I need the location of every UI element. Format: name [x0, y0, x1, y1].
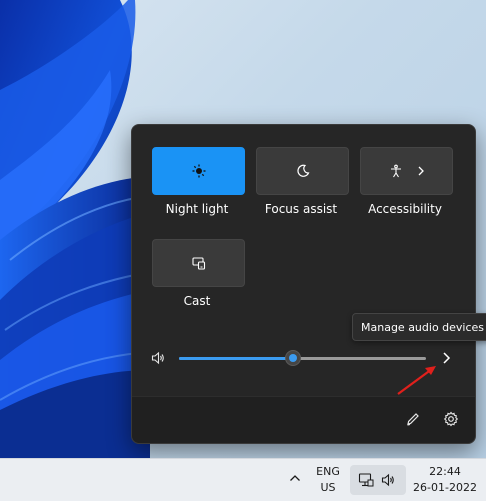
- focus-assist-button[interactable]: [256, 147, 349, 195]
- keyboard-region: US: [320, 481, 336, 494]
- accessibility-icon: [389, 164, 403, 178]
- volume-slider[interactable]: [179, 350, 426, 366]
- night-light-label: Night light: [165, 202, 229, 216]
- clock-date: 26-01-2022: [413, 481, 477, 494]
- chevron-right-icon: [417, 166, 425, 176]
- night-light-icon: [192, 164, 206, 178]
- cast-label: Cast: [183, 294, 211, 308]
- moon-icon: [296, 164, 310, 178]
- night-light-button[interactable]: [152, 147, 245, 195]
- gear-icon[interactable]: [443, 411, 459, 427]
- network-icon: [358, 472, 374, 488]
- pencil-icon[interactable]: [405, 411, 421, 427]
- cast-icon: [191, 256, 206, 270]
- cast-button[interactable]: [152, 239, 245, 287]
- chevron-up-icon[interactable]: [289, 473, 301, 483]
- annotation-arrow: [397, 366, 436, 395]
- speaker-icon[interactable]: [151, 351, 165, 365]
- speaker-icon: [381, 473, 396, 487]
- focus-assist-label: Focus assist: [264, 202, 338, 216]
- volume-slider-thumb[interactable]: [284, 350, 301, 366]
- manage-audio-devices-button[interactable]: [441, 352, 451, 364]
- taskbar: ENG US 22:44 26-01-2022: [0, 458, 486, 501]
- clock[interactable]: 22:44 26-01-2022: [412, 464, 478, 496]
- quick-settings-footer: [132, 396, 475, 443]
- language-code: ENG: [316, 465, 340, 478]
- language-indicator[interactable]: ENG US: [313, 464, 343, 496]
- chevron-right-icon: [441, 352, 451, 364]
- clock-time: 22:44: [429, 465, 461, 478]
- manage-audio-devices-tooltip: Manage audio devices: [352, 313, 486, 341]
- accessibility-label: Accessibility: [368, 202, 442, 216]
- accessibility-button[interactable]: [360, 147, 453, 195]
- quick-settings-tray-button[interactable]: [350, 465, 406, 495]
- volume-slider-fill: [179, 357, 293, 360]
